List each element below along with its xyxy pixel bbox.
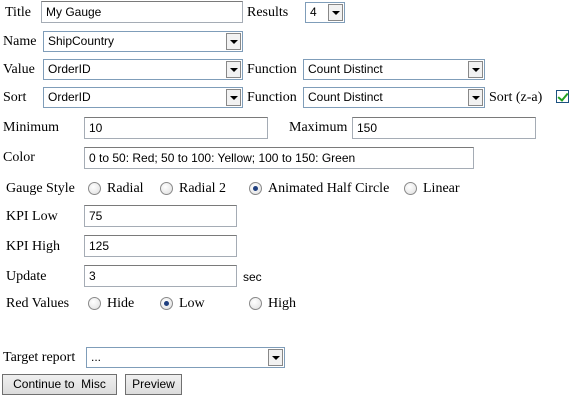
gauge-style-linear-radio[interactable]: [404, 182, 417, 195]
sort-function-select[interactable]: Count Distinct: [303, 87, 485, 108]
preview-button[interactable]: Preview: [125, 374, 182, 395]
target-report-select[interactable]: ...: [86, 347, 285, 368]
continue-to-misc-button[interactable]: Continue to Misc: [2, 374, 117, 395]
color-label: Color: [3, 150, 35, 165]
sort-function-select-value: Count Distinct: [308, 90, 383, 104]
value-select[interactable]: OrderID: [43, 59, 243, 80]
update-unit-label: sec: [243, 270, 262, 284]
gauge-style-linear-label: Linear: [423, 181, 460, 196]
target-report-label: Target report: [3, 350, 76, 365]
sort-select[interactable]: OrderID: [43, 87, 243, 108]
chevron-down-icon: [226, 61, 241, 78]
chevron-down-icon: [468, 61, 483, 78]
kpi-high-label: KPI High: [6, 239, 61, 254]
name-label: Name: [3, 34, 37, 49]
gauge-style-radial-radio[interactable]: [88, 182, 101, 195]
gauge-style-label: Gauge Style: [6, 181, 75, 196]
value-function-select[interactable]: Count Distinct: [303, 59, 485, 80]
minimum-label: Minimum: [3, 120, 60, 135]
value-select-value: OrderID: [48, 62, 91, 76]
gauge-style-radial-label: Radial: [107, 181, 144, 196]
maximum-label: Maximum: [289, 120, 348, 135]
chevron-down-icon: [268, 349, 283, 366]
gauge-style-radial2-label: Radial 2: [179, 181, 227, 196]
red-values-hide-radio[interactable]: [88, 297, 101, 310]
red-values-low-radio[interactable]: [160, 297, 173, 310]
red-values-hide-label: Hide: [107, 296, 135, 311]
chevron-down-icon: [468, 89, 483, 106]
results-select-value: 4: [310, 5, 317, 19]
results-select[interactable]: 4: [305, 2, 345, 23]
gauge-style-half-circle-radio[interactable]: [249, 182, 262, 195]
sort-za-checkbox[interactable]: [556, 90, 569, 103]
maximum-input[interactable]: 150: [352, 117, 536, 139]
color-input[interactable]: 0 to 50: Red; 50 to 100: Yellow; 100 to …: [84, 147, 474, 169]
target-report-select-value: ...: [91, 350, 102, 364]
sort-function-label: Function: [247, 90, 297, 105]
sort-select-value: OrderID: [48, 90, 91, 104]
update-label: Update: [6, 269, 47, 284]
sort-za-label: Sort (z-a): [489, 90, 543, 105]
red-values-high-radio[interactable]: [249, 297, 262, 310]
minimum-input[interactable]: 10: [84, 117, 268, 139]
value-function-select-value: Count Distinct: [308, 62, 383, 76]
title-input[interactable]: My Gauge: [41, 1, 243, 23]
name-select[interactable]: ShipCountry: [43, 31, 243, 52]
name-select-value: ShipCountry: [48, 34, 115, 48]
update-input[interactable]: 3: [84, 265, 237, 287]
chevron-down-icon: [328, 4, 343, 21]
results-label: Results: [247, 5, 289, 20]
value-label: Value: [3, 62, 35, 77]
value-function-label: Function: [247, 62, 297, 77]
red-values-low-label: Low: [179, 296, 205, 311]
red-values-high-label: High: [268, 296, 296, 311]
red-values-label: Red Values: [6, 296, 70, 311]
chevron-down-icon: [226, 89, 241, 106]
gauge-style-half-circle-label: Animated Half Circle: [268, 181, 390, 196]
kpi-high-input[interactable]: 125: [84, 235, 237, 257]
kpi-low-label: KPI Low: [6, 209, 58, 224]
chevron-down-icon: [226, 33, 241, 50]
sort-label: Sort: [3, 90, 27, 105]
kpi-low-input[interactable]: 75: [84, 205, 237, 227]
title-label: Title: [5, 5, 31, 20]
gauge-style-radial2-radio[interactable]: [160, 182, 173, 195]
